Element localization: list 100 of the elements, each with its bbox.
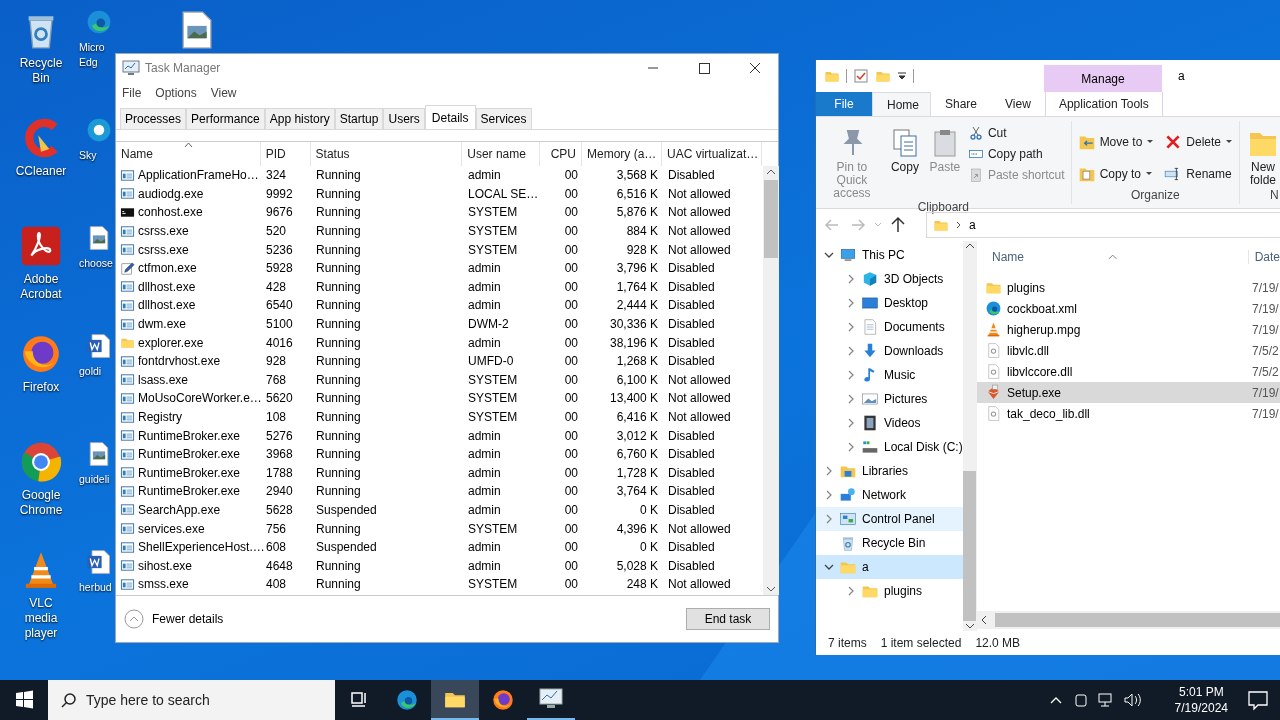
address-bar[interactable]: a: [926, 212, 1280, 238]
scrollbar[interactable]: [763, 166, 779, 595]
tree-item[interactable]: Desktop: [816, 291, 963, 315]
ribbon-button[interactable]: New folde: [1244, 121, 1280, 187]
desktop-icon-label[interactable]: Google Chrome: [12, 488, 70, 518]
tree-item[interactable]: Local Disk (C:): [816, 435, 963, 459]
column-header[interactable]: PID: [260, 142, 311, 166]
menu-item[interactable]: View: [210, 86, 237, 100]
ribbon-button[interactable]: Copy path: [965, 144, 1067, 164]
desktop-icon-label[interactable]: Sky: [79, 148, 114, 163]
file-menu-button[interactable]: File: [816, 92, 872, 116]
file-row[interactable]: tak_deco_lib.dll 7/19/: [977, 403, 1280, 424]
tab[interactable]: Startup: [334, 108, 384, 129]
table-cell: explorer.exe: [138, 335, 204, 350]
desktop-icon-label[interactable]: Recycle Bin: [12, 56, 70, 86]
desktop-icon-label[interactable]: guideli: [79, 472, 114, 487]
tree-item[interactable]: Downloads: [816, 339, 963, 363]
desktop-icon-label[interactable]: herbud: [79, 580, 114, 595]
file-row[interactable]: libvlc.dll 7/5/2: [977, 340, 1280, 361]
tree-item[interactable]: Libraries: [816, 459, 963, 483]
tree-item[interactable]: a: [816, 555, 963, 579]
expand-chevron-icon[interactable]: [846, 298, 856, 308]
desktop-icon-label[interactable]: Firefox: [22, 380, 60, 395]
scrollbar-thumb[interactable]: [963, 471, 977, 621]
desktop-icon-label[interactable]: Micro Edg: [79, 40, 114, 70]
tree-item[interactable]: Recycle Bin: [816, 531, 963, 555]
desktop-icon-label[interactable]: goldi: [79, 364, 114, 379]
ribbon-button[interactable]: Delete: [1162, 131, 1235, 153]
column-header[interactable]: User name: [462, 142, 541, 166]
desktop-icon-label[interactable]: VLC media player: [12, 596, 70, 641]
column-header[interactable]: CPU: [540, 142, 582, 166]
breadcrumb-chevron-icon[interactable]: [955, 220, 963, 230]
clock-date[interactable]: 7/19/2024: [1174, 700, 1228, 716]
dropdown-icon[interactable]: [897, 70, 907, 82]
desktop-icon-label[interactable]: CCleaner: [15, 164, 67, 179]
file-row[interactable]: Setup.exe 7/19/: [977, 382, 1280, 403]
column-header[interactable]: Status: [310, 142, 463, 166]
desktop-icon-label[interactable]: Adobe Acrobat: [12, 272, 70, 302]
table-cell-text: 1788: [265, 465, 294, 480]
column-header[interactable]: Date: [1247, 250, 1280, 264]
file-row[interactable]: plugins 7/19/: [977, 277, 1280, 298]
file-row[interactable]: cockboat.xml 7/19/: [977, 298, 1280, 319]
tree-item[interactable]: 3D Objects: [816, 267, 963, 291]
expand-chevron-icon[interactable]: [846, 346, 856, 356]
tree-item[interactable]: This PC: [816, 243, 963, 267]
scrollbar[interactable]: [977, 611, 1280, 629]
tree-item[interactable]: Pictures: [816, 387, 963, 411]
file-row[interactable]: higherup.mpg 7/19/: [977, 319, 1280, 340]
ribbon-tab[interactable]: Home: [872, 92, 931, 116]
window-icon: [120, 372, 135, 388]
column-header[interactable]: Name: [116, 142, 261, 166]
tab[interactable]: Details: [424, 105, 476, 129]
column-header[interactable]: Name: [992, 250, 1109, 264]
search-field[interactable]: Type here to search: [48, 680, 335, 720]
file-row[interactable]: libvlccore.dll 7/5/2: [977, 361, 1280, 382]
table-cell-text: 00: [563, 447, 579, 462]
table-cell-text: UMFD-0: [467, 354, 515, 369]
tree-item[interactable]: Network: [816, 483, 963, 507]
expand-chevron-icon[interactable]: [846, 322, 856, 332]
tab[interactable]: Users: [383, 108, 425, 129]
clock-time[interactable]: 5:01 PM: [1178, 684, 1224, 700]
scrollbar-thumb[interactable]: [764, 180, 778, 258]
collapse-chevron-icon[interactable]: [824, 250, 834, 260]
ribbon-button[interactable]: Copy to: [1075, 162, 1157, 185]
expand-chevron-icon[interactable]: [846, 370, 856, 380]
tab[interactable]: Performance: [186, 108, 265, 129]
collapse-chevron-icon[interactable]: [824, 562, 834, 572]
menu-item[interactable]: File: [122, 86, 142, 100]
end-task-button[interactable]: End task: [686, 608, 770, 630]
expand-chevron-icon[interactable]: [824, 514, 834, 524]
ribbon-button[interactable]: Cut: [965, 123, 1067, 143]
tree-item[interactable]: Documents: [816, 315, 963, 339]
tree-item[interactable]: Control Panel: [816, 507, 963, 531]
expand-chevron-icon[interactable]: [846, 418, 856, 428]
scrollbar-thumb[interactable]: [995, 613, 1280, 627]
column-header[interactable]: Memory (a…: [582, 142, 662, 166]
tab[interactable]: Services: [475, 108, 532, 129]
menu-item[interactable]: Options: [155, 86, 197, 100]
ribbon-tab[interactable]: Application Tools: [1044, 92, 1163, 116]
fewer-details-link[interactable]: Fewer details: [124, 609, 224, 629]
ribbon-button[interactable]: Rename: [1162, 162, 1235, 185]
breadcrumb-item[interactable]: a: [969, 218, 976, 232]
tab[interactable]: App history: [264, 108, 335, 129]
tree-item[interactable]: plugins: [816, 579, 963, 603]
expand-chevron-icon[interactable]: [824, 466, 834, 476]
tree-item[interactable]: Music: [816, 363, 963, 387]
expand-chevron-icon[interactable]: [846, 442, 856, 452]
ribbon-button[interactable]: Move to: [1075, 131, 1157, 153]
tab[interactable]: Processes: [120, 108, 187, 129]
scrollbar[interactable]: [962, 241, 977, 631]
ribbon-button[interactable]: Copy: [885, 121, 924, 174]
expand-chevron-icon[interactable]: [846, 274, 856, 284]
desktop-icon-label[interactable]: choose: [79, 256, 114, 271]
column-header[interactable]: UAC virtualizat…: [662, 142, 762, 166]
expand-chevron-icon[interactable]: [846, 394, 856, 404]
expand-chevron-icon[interactable]: [846, 586, 856, 596]
taskbar-button[interactable]: [431, 680, 479, 720]
monitor-icon: [539, 688, 563, 710]
expand-chevron-icon[interactable]: [824, 490, 834, 500]
tree-item[interactable]: Videos: [816, 411, 963, 435]
